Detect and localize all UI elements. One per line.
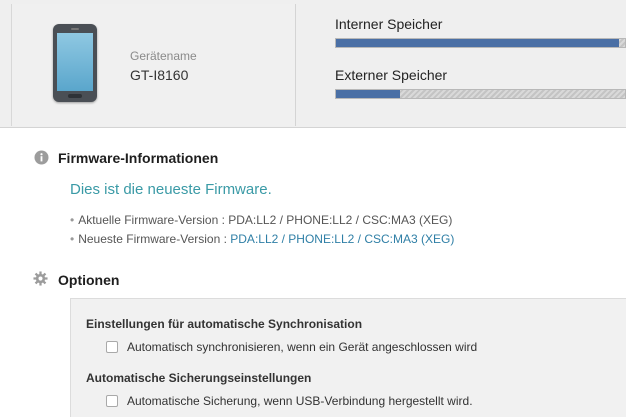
latest-firmware-value: PDA:LL2 / PHONE:LL2 / CSC:MA3 (XEG) [230, 232, 455, 246]
device-info-panel: Gerätename GT-I8160 [11, 4, 296, 126]
auto-sync-checkbox-label[interactable]: Automatisch synchronisieren, wenn ein Ge… [127, 340, 477, 354]
external-storage-fill [336, 90, 400, 98]
gear-icon [33, 271, 48, 286]
phone-home-button [68, 94, 82, 98]
phone-icon [53, 24, 97, 102]
sync-settings-heading: Einstellungen für automatische Synchroni… [86, 317, 363, 331]
device-header: Gerätename GT-I8160 Interner Speicher Ex… [0, 0, 626, 128]
latest-firmware-label: Neueste Firmware-Version : [78, 232, 231, 246]
auto-backup-checkbox[interactable] [106, 395, 118, 407]
device-name-label: Gerätename [130, 49, 197, 63]
bullet-icon: • [70, 232, 75, 246]
device-name-value: GT-I8160 [130, 67, 189, 83]
firmware-status-message: Dies ist die neueste Firmware. [70, 181, 272, 198]
firmware-section-title: Firmware-Informationen [58, 150, 219, 166]
options-section-title: Optionen [58, 272, 120, 288]
external-storage-bar [335, 89, 626, 99]
auto-sync-checkbox[interactable] [106, 341, 118, 353]
bullet-icon: • [70, 213, 75, 227]
current-firmware-value: PDA:LL2 / PHONE:LL2 / CSC:MA3 (XEG) [228, 213, 453, 227]
external-storage-label: Externer Speicher [335, 67, 448, 83]
internal-storage-fill [336, 39, 620, 47]
current-firmware-line: • Aktuelle Firmware-Version : PDA:LL2 / P… [70, 213, 452, 227]
auto-backup-checkbox-label[interactable]: Automatische Sicherung, wenn USB-Verbind… [127, 394, 473, 408]
latest-firmware-line: • Neueste Firmware-Version : PDA:LL2 / PH… [70, 232, 454, 246]
internal-storage-label: Interner Speicher [335, 16, 443, 32]
backup-settings-heading: Automatische Sicherungseinstellungen [86, 371, 312, 385]
phone-screen [57, 33, 93, 91]
internal-storage-bar [335, 38, 626, 48]
current-firmware-label: Aktuelle Firmware-Version : [78, 213, 229, 227]
info-icon [34, 150, 49, 165]
